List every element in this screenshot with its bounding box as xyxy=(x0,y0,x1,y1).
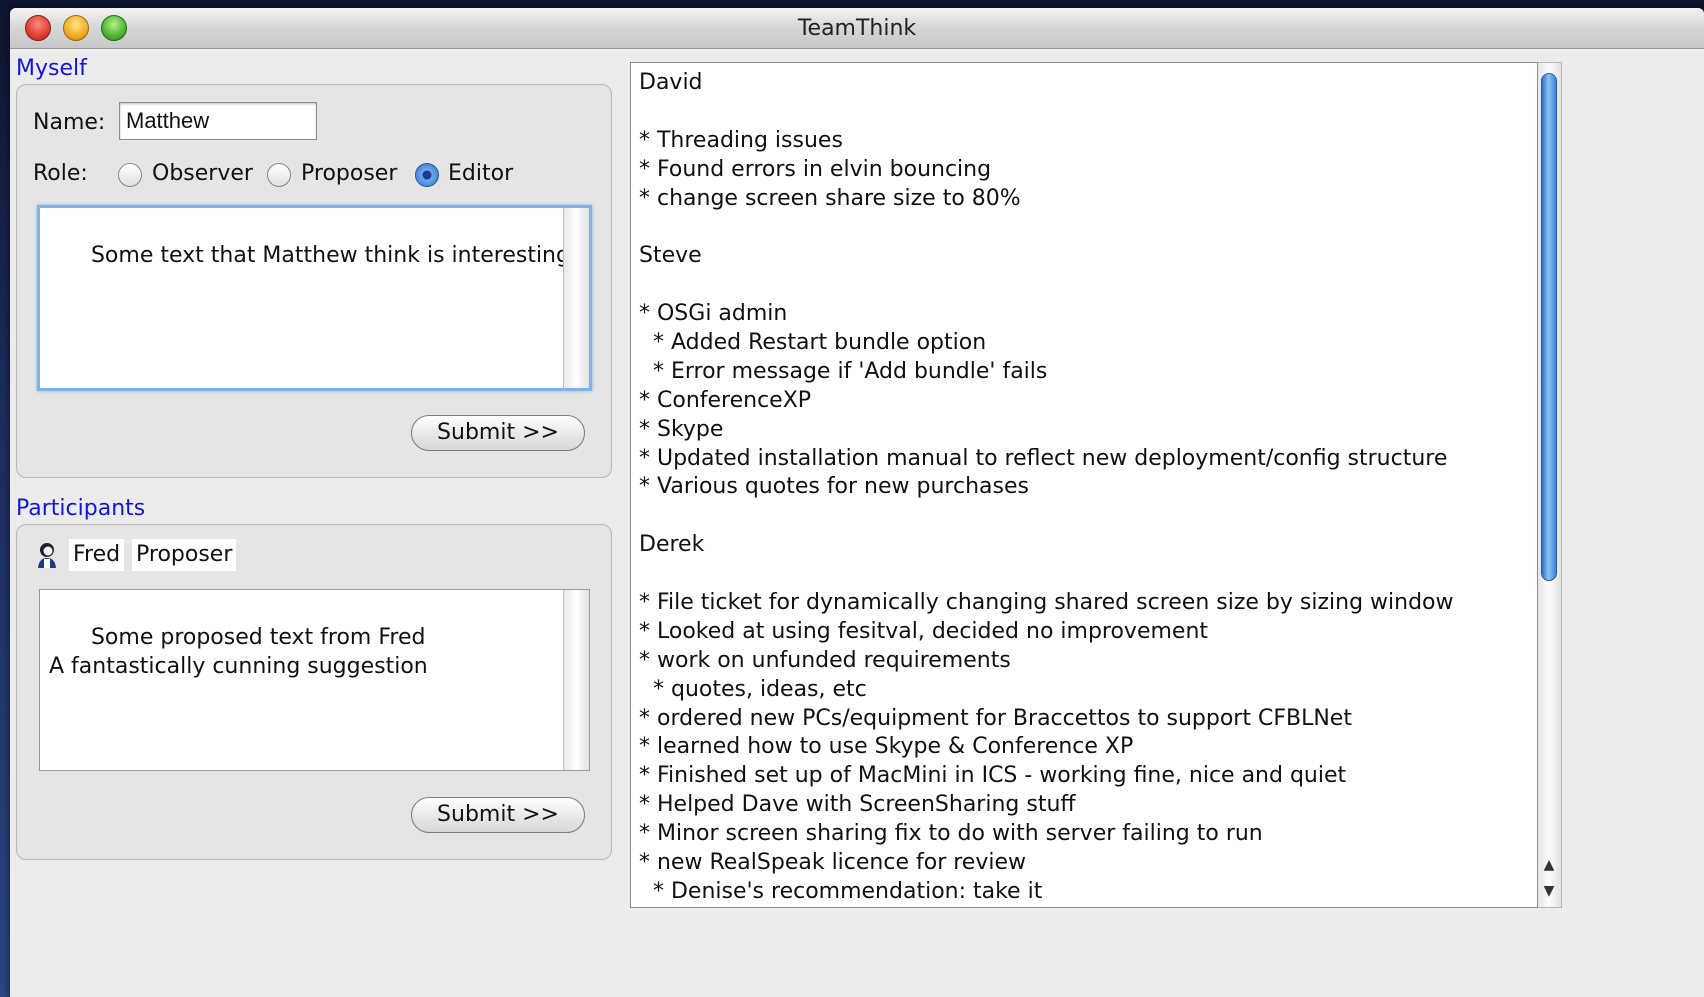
role-proposer-label[interactable]: Proposer xyxy=(301,161,397,186)
myself-section-label: Myself xyxy=(16,56,87,81)
log-line: * Skype xyxy=(639,416,724,442)
role-observer-label[interactable]: Observer xyxy=(152,161,253,186)
log-line: * Various quotes for new purchases xyxy=(639,474,1029,500)
log-line: * Finished set up of MacMini in ICS - wo… xyxy=(639,763,1347,789)
app-window: TeamThink Myself Name: Role: Observer Pr… xyxy=(10,8,1704,997)
role-radio-proposer[interactable] xyxy=(267,163,291,187)
role-radio-observer[interactable] xyxy=(118,163,142,187)
name-input[interactable] xyxy=(119,102,317,140)
participant-text: Some proposed text from Fred A fantastic… xyxy=(49,625,428,679)
window-title: TeamThink xyxy=(797,16,917,41)
participants-section-label: Participants xyxy=(16,496,146,521)
log-line: * OSGi admin xyxy=(639,301,788,327)
scroll-up-arrow-icon[interactable]: ▲ xyxy=(1538,857,1560,873)
scrollbar-thumb[interactable] xyxy=(1541,73,1557,581)
name-label: Name: xyxy=(33,110,106,135)
role-label: Role: xyxy=(33,161,88,186)
notes-log-area[interactable]: David * Threading issues * Found errors in… xyxy=(630,62,1538,908)
log-line: * Helped Dave with ScreenSharing stuff xyxy=(639,792,1076,818)
notes-log-scrollbar[interactable]: ▲ ▼ xyxy=(1538,62,1562,908)
participant-name: Fred xyxy=(69,539,125,571)
log-line: * new RealSpeak licence for review xyxy=(639,850,1026,876)
myself-group: Name: Role: Observer Proposer Editor Som… xyxy=(16,84,612,478)
participant-text-area[interactable]: Some proposed text from Fred A fantastic… xyxy=(39,589,590,771)
participant-submit-button[interactable]: Submit >> xyxy=(411,797,585,833)
myself-text: Some text that Matthew think is interest… xyxy=(90,243,570,268)
role-editor-label[interactable]: Editor xyxy=(448,161,513,186)
log-line: Steve xyxy=(639,243,702,269)
myself-submit-button[interactable]: Submit >> xyxy=(411,415,585,451)
log-line: * ordered new PCs/equipment for Braccett… xyxy=(639,705,1352,731)
role-radio-editor[interactable] xyxy=(415,163,439,187)
myself-text-scrollbar[interactable] xyxy=(563,208,589,388)
scroll-down-arrow-icon[interactable]: ▼ xyxy=(1538,883,1560,899)
log-line: * Added Restart bundle option xyxy=(639,330,987,356)
person-icon xyxy=(35,541,59,569)
participant-role: Proposer xyxy=(132,539,237,571)
notes-log-lines: David * Threading issues * Found errors in… xyxy=(639,69,1529,907)
log-line: * ConferenceXP xyxy=(639,387,812,413)
participant-text-scrollbar[interactable] xyxy=(563,590,589,770)
log-line: * quotes, ideas, etc xyxy=(639,676,867,702)
log-line: * Denise's recommendation: take it xyxy=(639,878,1043,904)
log-line: * Error message if 'Add bundle' fails xyxy=(639,358,1048,384)
log-line: * Found errors in elvin bouncing xyxy=(639,156,992,182)
title-bar[interactable]: TeamThink xyxy=(10,8,1704,49)
log-line: * Looked at using fesitval, decided no i… xyxy=(639,618,1209,644)
log-line: * File ticket for dynamically changing s… xyxy=(639,590,1454,616)
participant-group: Fred Proposer Some proposed text from Fr… xyxy=(16,524,612,860)
log-line: * work on unfunded requirements xyxy=(639,647,1011,673)
myself-text-area[interactable]: Some text that Matthew think is interest… xyxy=(37,205,592,391)
log-line: * learned how to use Skype & Conference … xyxy=(639,734,1134,760)
log-line: Derek xyxy=(639,532,705,558)
log-line: * Updated installation manual to reflect… xyxy=(639,445,1448,471)
log-line: * change screen share size to 80% xyxy=(639,185,1021,211)
log-line: * Minor screen sharing fix to do with se… xyxy=(639,821,1263,847)
log-line: * Threading issues xyxy=(639,127,843,153)
log-line: David xyxy=(639,70,703,95)
